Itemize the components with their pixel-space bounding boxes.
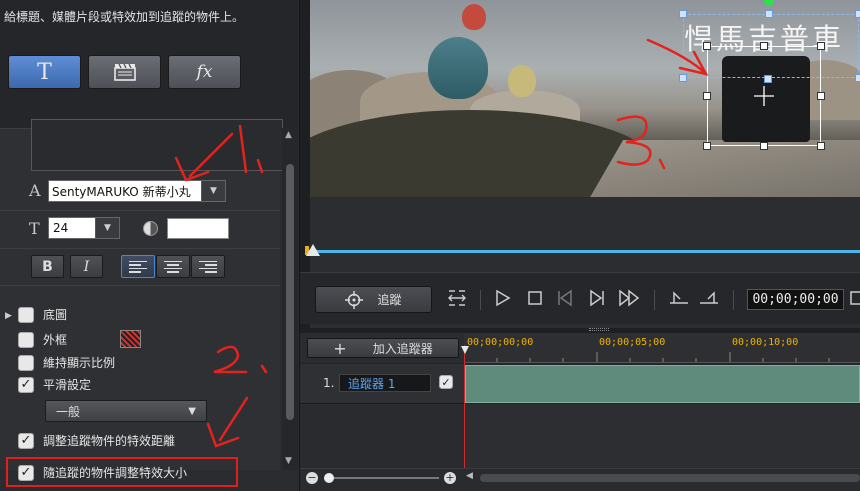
seek-knob[interactable] <box>306 244 320 256</box>
ruler-tick-label: 00;00;05;00 <box>599 337 666 348</box>
empty-row-header <box>300 404 464 468</box>
playhead-marker[interactable] <box>461 346 469 354</box>
zoom-in-icon[interactable]: + <box>444 472 456 484</box>
ruler-ticks <box>464 352 830 362</box>
annotation-arrow <box>188 132 234 178</box>
app-window: 給標題、媒體片段或特效加到追蹤的物件上。 T fx A SentyMARUKO … <box>0 0 860 491</box>
mark-in-icon[interactable] <box>668 289 690 307</box>
fast-forward-icon[interactable] <box>618 289 640 307</box>
annotation-two-mark <box>213 345 268 374</box>
toolbar-separator <box>480 290 481 310</box>
annotation-one-mark <box>238 124 264 174</box>
playhead-line[interactable] <box>464 345 465 470</box>
zoom-slider-thumb[interactable] <box>324 473 334 483</box>
stop-icon[interactable] <box>527 289 543 307</box>
next-frame-icon[interactable] <box>587 289 605 307</box>
tracker-clip[interactable] <box>465 365 860 403</box>
ruler-tick-label: 00;00;00;00 <box>467 337 534 348</box>
track-button-label: 追蹤 <box>377 293 402 307</box>
add-tracker-label: 加入追蹤器 <box>372 341 433 356</box>
play-icon[interactable] <box>495 289 511 307</box>
ruler-tick-label: 00;00;10;00 <box>732 337 799 348</box>
tracker-name-field[interactable]: 追蹤器 1 <box>339 374 431 392</box>
timecode-display[interactable]: 00;00;00;00 <box>747 289 844 310</box>
mark-out-icon[interactable] <box>698 289 720 307</box>
scroll-left-icon[interactable]: ◀ <box>466 471 473 481</box>
track-range-icon[interactable] <box>447 289 467 307</box>
tracker-index: 1. <box>323 376 335 390</box>
annotation-three-mark <box>616 115 666 170</box>
snapshot-icon[interactable] <box>850 289 860 307</box>
seek-bar[interactable] <box>308 250 860 253</box>
splitter-grip[interactable] <box>589 328 609 331</box>
track-button[interactable]: 追蹤 <box>315 286 432 313</box>
zoom-out-icon[interactable]: − <box>306 472 318 484</box>
timeline-hscroll[interactable] <box>480 474 860 482</box>
add-tracker-button[interactable]: + 加入追蹤器 <box>307 338 459 358</box>
zoom-slider-track[interactable] <box>324 477 439 479</box>
previous-frame-icon[interactable] <box>557 289 575 307</box>
empty-lane <box>465 404 860 468</box>
toolbar-separator <box>733 290 734 310</box>
toolbar-separator <box>654 290 655 310</box>
plus-icon: + <box>333 338 347 358</box>
target-icon <box>345 290 364 309</box>
tracker-visible-checkbox[interactable]: ✓ <box>439 375 453 389</box>
annotation-arrow <box>218 396 249 442</box>
